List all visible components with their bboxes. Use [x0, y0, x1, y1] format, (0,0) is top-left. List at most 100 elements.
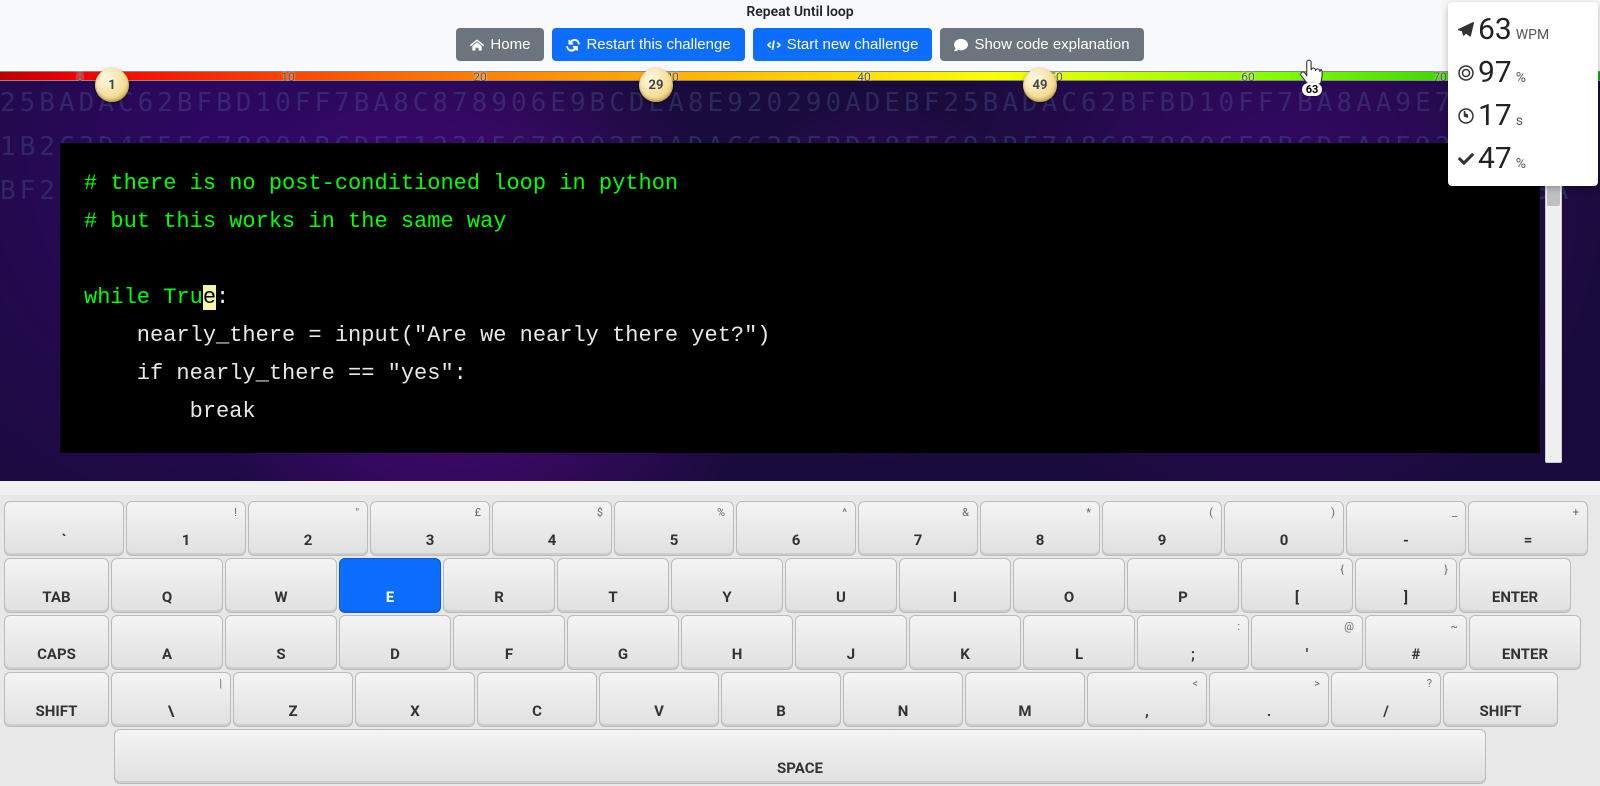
home-button[interactable]: Home [456, 28, 544, 61]
key-v[interactable]: V [599, 672, 719, 727]
progress-bar: 0102030405060701294963 [0, 71, 1600, 81]
scrollbar[interactable] [1545, 143, 1562, 463]
comment-icon [954, 38, 968, 52]
restart-label: Restart this challenge [586, 36, 730, 53]
key-i[interactable]: I [899, 558, 1011, 613]
key-k[interactable]: K [909, 615, 1021, 670]
key-q[interactable]: Q [111, 558, 223, 613]
key-a[interactable]: A [111, 615, 223, 670]
start-new-button[interactable]: Start new challenge [753, 28, 933, 61]
challenge-title: Repeat Until loop [0, 4, 1600, 20]
code-box[interactable]: # there is no post-conditioned loop in p… [60, 143, 1540, 453]
key-y[interactable]: Y [671, 558, 783, 613]
key-p[interactable]: P [1127, 558, 1239, 613]
virtual-keyboard: `!1"2£3$4%5^6&7*8(9)0_-+=TABQWERTYUIOP{[… [0, 495, 1600, 786]
key-5[interactable]: %5 [614, 501, 734, 556]
key-h[interactable]: H [681, 615, 793, 670]
key--[interactable]: _- [1346, 501, 1466, 556]
progress-hand: 63 [1298, 58, 1326, 96]
keyboard-row-space: SPACE [4, 729, 1596, 784]
top-bar: Repeat Until loop Home Restart this chal… [0, 0, 1600, 71]
key-w[interactable]: W [225, 558, 337, 613]
key-e[interactable]: E [339, 558, 441, 613]
key-enter[interactable]: ENTER [1459, 558, 1571, 613]
key-,[interactable]: <, [1087, 672, 1207, 727]
key-;[interactable]: :; [1137, 615, 1249, 670]
key-9[interactable]: (9 [1102, 501, 1222, 556]
typed-code: # there is no post-conditioned loop in p… [84, 171, 678, 310]
score-badge: 29 [639, 68, 673, 102]
key-[[interactable]: {[ [1241, 558, 1353, 613]
refresh-icon [566, 38, 580, 52]
key-4[interactable]: $4 [492, 501, 612, 556]
key-8[interactable]: *8 [980, 501, 1100, 556]
accuracy-unit: % [1516, 70, 1526, 86]
button-row: Home Restart this challenge Start new ch… [0, 28, 1600, 71]
key-t[interactable]: T [557, 558, 669, 613]
clock-icon [1458, 108, 1474, 124]
key-shift[interactable]: SHIFT [4, 672, 109, 727]
wpm-unit: WPM [1516, 27, 1549, 43]
key-u[interactable]: U [785, 558, 897, 613]
key-=[interactable]: += [1468, 501, 1588, 556]
time-unit: s [1516, 113, 1523, 129]
key-tab[interactable]: TAB [4, 558, 109, 613]
key-c[interactable]: C [477, 672, 597, 727]
wpm-value: 63 [1478, 12, 1512, 47]
key-.[interactable]: >. [1209, 672, 1329, 727]
restart-button[interactable]: Restart this challenge [552, 28, 744, 61]
key-m[interactable]: M [965, 672, 1085, 727]
key-x[interactable]: X [355, 672, 475, 727]
key-r[interactable]: R [443, 558, 555, 613]
keyboard-row-3: CAPSASDFGHJKL:;@'~#ENTER [4, 615, 1596, 670]
key-g[interactable]: G [567, 615, 679, 670]
stat-score: 47 % [1458, 137, 1588, 180]
plane-icon [1458, 22, 1474, 38]
key-f[interactable]: F [453, 615, 565, 670]
key-6[interactable]: ^6 [736, 501, 856, 556]
time-value: 17 [1478, 98, 1512, 133]
cursor-char: e [203, 285, 216, 310]
code-icon [767, 38, 781, 52]
accuracy-value: 97 [1478, 55, 1512, 90]
key-2[interactable]: "2 [248, 501, 368, 556]
explain-button[interactable]: Show code explanation [940, 28, 1143, 61]
key-s[interactable]: S [225, 615, 337, 670]
key-d[interactable]: D [339, 615, 451, 670]
key-shift[interactable]: SHIFT [1443, 672, 1558, 727]
key-z[interactable]: Z [233, 672, 353, 727]
key-b[interactable]: B [721, 672, 841, 727]
keyboard-row-4: SHIFT|\ZXCVBNM<,>.?/SHIFT [4, 672, 1596, 727]
target-icon [1458, 65, 1474, 81]
home-icon [470, 38, 484, 52]
key-'[interactable]: @' [1251, 615, 1363, 670]
keyboard-row-1: `!1"2£3$4%5^6&7*8(9)0_-+= [4, 501, 1596, 556]
key-l[interactable]: L [1023, 615, 1135, 670]
key-enter[interactable]: ENTER [1469, 615, 1581, 670]
key-j[interactable]: J [795, 615, 907, 670]
key-`[interactable]: ` [4, 501, 124, 556]
key-][interactable]: }] [1355, 558, 1457, 613]
key-n[interactable]: N [843, 672, 963, 727]
key-0[interactable]: )0 [1224, 501, 1344, 556]
key-1[interactable]: !1 [126, 501, 246, 556]
key-caps[interactable]: CAPS [4, 615, 109, 670]
key-\[interactable]: |\ [111, 672, 231, 727]
stat-wpm: 63 WPM [1458, 8, 1588, 51]
explain-label: Show code explanation [974, 36, 1129, 53]
check-icon [1458, 151, 1474, 167]
score-unit: % [1516, 156, 1526, 172]
stats-panel: 63 WPM 97 % 17 s 47 % [1448, 2, 1598, 186]
start-new-label: Start new challenge [787, 36, 919, 53]
stat-time: 17 s [1458, 94, 1588, 137]
score-badge: 1 [95, 68, 129, 102]
key-o[interactable]: O [1013, 558, 1125, 613]
code-area-bg: 25BADAC62BFBD10FF7BA8C878906E9BCDEA8E920… [0, 81, 1600, 481]
score-badge: 49 [1023, 68, 1057, 102]
key-#[interactable]: ~# [1365, 615, 1467, 670]
key-/[interactable]: ?/ [1331, 672, 1441, 727]
key-space[interactable]: SPACE [114, 729, 1486, 784]
key-3[interactable]: £3 [370, 501, 490, 556]
keyboard-row-2: TABQWERTYUIOP{[}]ENTER [4, 558, 1596, 613]
key-7[interactable]: &7 [858, 501, 978, 556]
